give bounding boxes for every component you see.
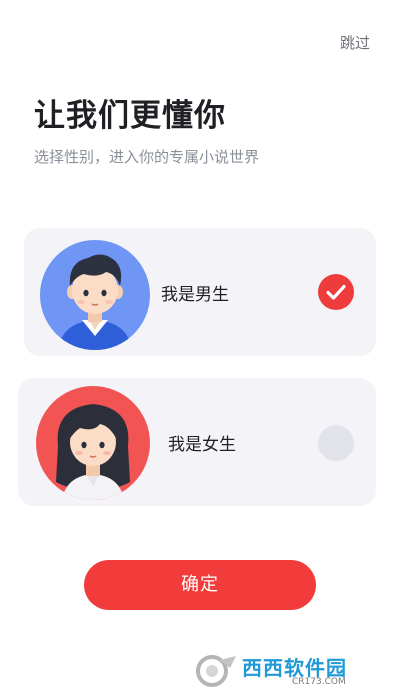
page-title: 让我们更懂你 xyxy=(34,98,226,134)
male-option-card[interactable]: 我是男生 xyxy=(24,228,376,356)
gender-selection-screen: 跳过 让我们更懂你 选择性别，进入你的专属小说世界 我是男生 我是女生 确定 西… xyxy=(0,0,400,700)
selected-check-icon[interactable] xyxy=(318,274,354,310)
female-option-card[interactable]: 我是女生 xyxy=(18,378,376,506)
watermark-site: CR173.COM xyxy=(292,677,346,687)
page-subtitle: 选择性别，进入你的专属小说世界 xyxy=(34,148,260,166)
watermark: 西西软件园 CR173.COM xyxy=(186,650,386,692)
watermark-logo-icon xyxy=(192,654,240,692)
skip-button[interactable]: 跳过 xyxy=(340,32,370,53)
unselected-radio-icon[interactable] xyxy=(318,425,354,461)
girl-avatar-icon xyxy=(36,386,150,500)
boy-avatar-icon xyxy=(40,240,150,350)
male-option-label: 我是男生 xyxy=(161,285,229,305)
confirm-button[interactable]: 确定 xyxy=(84,560,316,610)
female-option-label: 我是女生 xyxy=(168,435,236,455)
